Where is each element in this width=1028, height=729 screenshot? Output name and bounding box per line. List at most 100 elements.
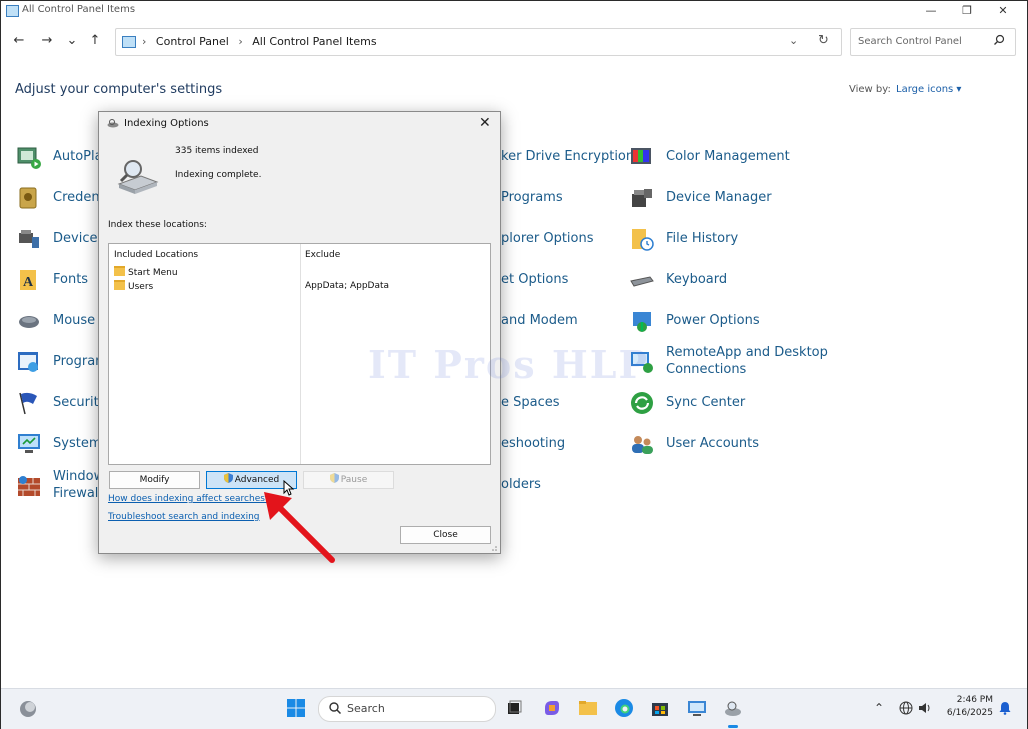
title-bar: All Control Panel Items — ❐ ✕ <box>1 1 1027 21</box>
indexing-help-link[interactable]: How does indexing affect searches? <box>108 494 270 504</box>
device-manager-icon <box>632 189 652 207</box>
indexing-status: Indexing complete. <box>175 170 262 180</box>
clock-date: 6/16/2025 <box>946 708 993 718</box>
modify-button[interactable]: Modify <box>109 471 200 489</box>
exclude-header: Exclude <box>305 250 341 260</box>
red-arrow-annotation <box>264 492 335 563</box>
location-name: Start Menu <box>128 268 178 278</box>
advanced-button-label: Advanced <box>234 475 280 485</box>
store-icon[interactable] <box>650 698 670 718</box>
search-input[interactable]: Search Control Panel <box>850 28 1016 56</box>
start-icon[interactable] <box>286 698 306 718</box>
breadcrumb-separator: › <box>142 35 147 48</box>
indexing-options-dialog: Indexing Options ✕ 335 items indexed Ind… <box>98 111 501 554</box>
security-flag-icon <box>19 392 37 415</box>
cp-item-label: File History <box>666 231 739 246</box>
cp-item-label: Power Options <box>666 313 760 328</box>
folder-icon <box>114 266 125 276</box>
troubleshoot-link[interactable]: Troubleshoot search and indexing <box>108 512 260 522</box>
location-row-start-menu[interactable]: Start Menu <box>114 266 178 278</box>
cp-item-label: Sync Center <box>666 395 746 410</box>
cp-item-label: Fonts <box>53 272 89 287</box>
search-icon[interactable] <box>993 34 1005 46</box>
power-options-icon <box>633 312 651 332</box>
cp-item-label: ker Drive Encryption <box>501 149 635 164</box>
recent-locations-button[interactable]: ⌄ <box>64 33 80 49</box>
color-management-icon <box>631 148 651 164</box>
cp-item-label: Keyboard <box>666 272 728 287</box>
edge-icon[interactable] <box>614 698 634 718</box>
view-by-dropdown[interactable]: Large icons ▾ <box>896 84 961 95</box>
back-button[interactable]: ← <box>11 33 27 49</box>
cp-item-label: olders <box>501 477 541 492</box>
taskbar-clock[interactable]: 2:46 PM 6/16/2025 <box>945 694 993 720</box>
items-indexed-count: 335 items indexed <box>175 146 259 156</box>
cp-item-label: Devices <box>53 231 105 246</box>
volume-icon[interactable] <box>918 701 932 715</box>
clock-time: 2:46 PM <box>956 695 993 705</box>
active-app-indicator <box>728 725 738 728</box>
resize-grip-icon[interactable] <box>490 544 497 551</box>
taskbar-search-label: Search <box>347 702 385 715</box>
sync-center-icon <box>631 392 653 414</box>
breadcrumb-all-items[interactable]: All Control Panel Items <box>252 35 376 48</box>
programs-icon <box>18 352 38 372</box>
cp-item-label: and Modem <box>501 313 578 328</box>
firewall-icon <box>18 476 40 496</box>
minimize-button[interactable]: — <box>913 2 949 20</box>
cp-item-label: System <box>53 436 102 451</box>
file-explorer-icon[interactable] <box>578 698 598 718</box>
cp-item-label: Programs <box>501 190 563 205</box>
credential-icon <box>19 187 37 209</box>
breadcrumb: › Control Panel › All Control Panel Item… <box>142 35 377 48</box>
copilot-icon[interactable] <box>542 698 562 718</box>
search-placeholder: Search Control Panel <box>858 36 962 47</box>
notification-bell-icon[interactable] <box>999 701 1011 715</box>
network-globe-icon[interactable] <box>899 701 913 715</box>
forward-button[interactable]: → <box>39 33 55 49</box>
widgets-icon[interactable] <box>18 699 38 719</box>
cp-item-label: Window Firewall <box>53 469 105 501</box>
maximize-button[interactable]: ❐ <box>949 2 985 20</box>
close-button[interactable]: Close <box>400 526 491 544</box>
cp-item-label: e Spaces <box>501 395 560 410</box>
refresh-icon[interactable]: ↻ <box>818 33 829 48</box>
control-panel-taskbar-icon[interactable] <box>687 698 707 718</box>
modify-button-label: Modify <box>139 475 170 485</box>
uac-shield-icon <box>223 473 233 483</box>
keyboard-icon <box>630 276 654 287</box>
indexing-options-taskbar-icon[interactable] <box>723 698 743 718</box>
show-hidden-icons-button[interactable]: ⌃ <box>874 701 884 715</box>
dialog-close-icon[interactable]: ✕ <box>479 115 491 131</box>
pause-button[interactable]: Pause <box>303 471 394 489</box>
view-by-label: View by: <box>849 84 891 95</box>
location-name: Users <box>128 282 154 292</box>
watermark: IT Pros HLP <box>368 342 650 387</box>
included-locations-header: Included Locations <box>114 250 199 260</box>
file-history-icon <box>632 229 654 251</box>
address-bar[interactable]: › Control Panel › All Control Panel Item… <box>115 28 842 56</box>
svg-text:A: A <box>23 275 34 290</box>
devices-icon <box>19 230 39 248</box>
control-panel-icon <box>6 5 19 17</box>
cp-item-label: RemoteApp and Desktop Connections <box>666 345 828 377</box>
cp-item-label: Color Management <box>666 149 790 164</box>
breadcrumb-control-panel[interactable]: Control Panel <box>156 35 229 48</box>
cp-item-label: User Accounts <box>666 436 760 451</box>
search-icon <box>329 702 342 715</box>
cp-item-label: Device Manager <box>666 190 772 205</box>
cp-item-label: plorer Options <box>501 231 594 246</box>
page-title: Adjust your computer's settings <box>15 82 223 97</box>
mouse-icon <box>19 316 39 328</box>
location-row-users[interactable]: Users <box>114 280 153 292</box>
task-view-icon[interactable] <box>504 698 524 718</box>
uac-shield-icon <box>329 473 339 483</box>
cp-item-label: Mouse <box>53 313 96 328</box>
close-window-button[interactable]: ✕ <box>985 2 1021 20</box>
indexing-options-icon <box>107 119 119 128</box>
indexing-drive-icon <box>117 160 159 194</box>
user-accounts-icon <box>632 436 653 454</box>
taskbar-search[interactable]: Search <box>318 696 496 722</box>
address-dropdown-icon[interactable]: ⌄ <box>789 34 798 47</box>
up-button[interactable]: ↑ <box>87 33 103 49</box>
